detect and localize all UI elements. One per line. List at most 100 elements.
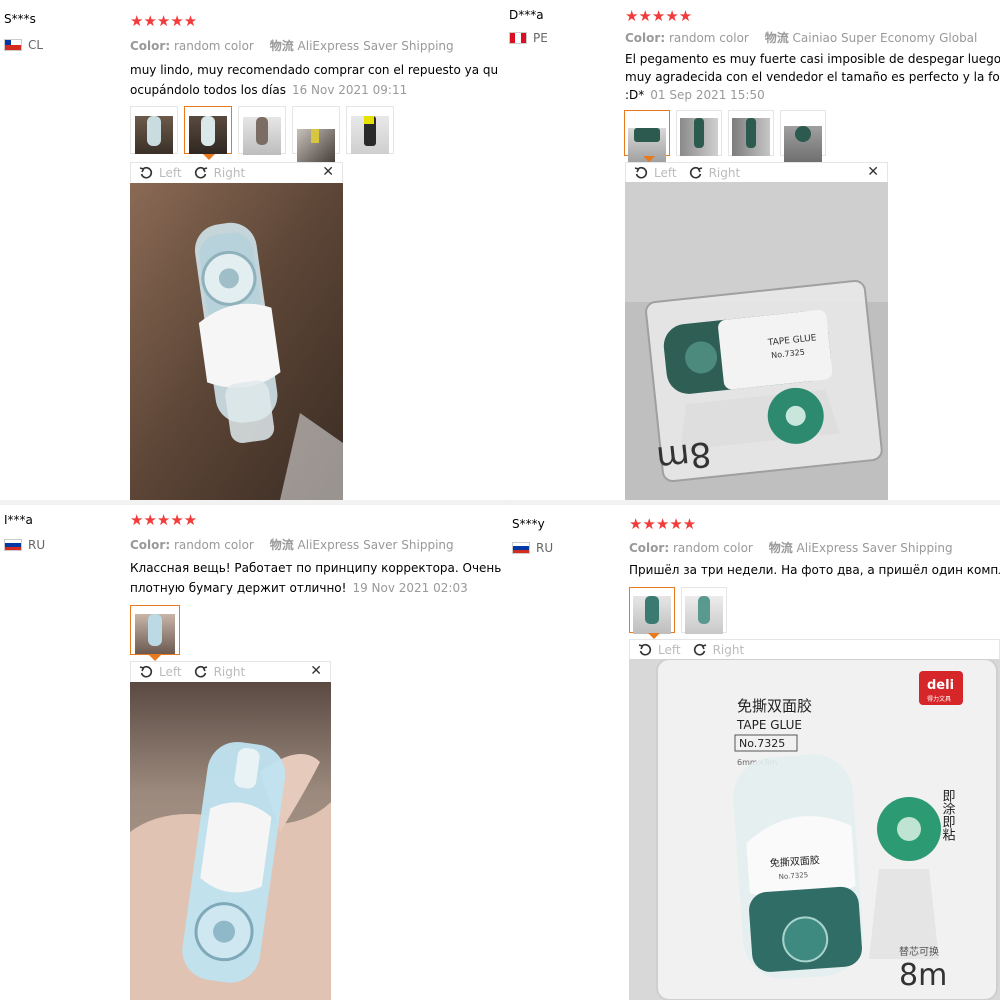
thumbnail-strip: [130, 106, 394, 167]
review-text: El pegamento es muy fuerte casi imposibl…: [625, 50, 1000, 104]
flag-russia-icon: [4, 539, 22, 551]
rotate-left-button[interactable]: Left: [159, 166, 182, 180]
thumbnail-1[interactable]: [130, 106, 178, 154]
shipping-value: AliExpress Saver Shipping: [796, 541, 953, 555]
reviewer-name: S***y: [512, 517, 545, 531]
thumbnail-3[interactable]: [238, 106, 286, 155]
photo-brand-sub: 得力文具: [927, 695, 951, 703]
review-text: muy lindo, muy recomendado comprar con e…: [130, 60, 498, 100]
review-text-line: Пришёл за три недели. На фото два, а при…: [629, 563, 1000, 577]
review-text-line: El pegamento es muy fuerte casi imposibl…: [625, 52, 1000, 66]
photo-refill: 替芯可换: [899, 945, 939, 958]
rotate-right-icon[interactable]: [194, 166, 208, 180]
rotate-right-icon[interactable]: [693, 643, 707, 657]
photo-model: No.7325: [739, 737, 785, 750]
review-meta: Color: random color 物流 AliExpress Saver …: [130, 37, 466, 54]
star-rating: ★★★★★: [629, 515, 697, 533]
review-text-line: Классная вещь! Работает по принципу корр…: [130, 561, 502, 575]
review-card-1: S***s CL ★★★★★ Color: random color 物流 Al…: [0, 0, 505, 500]
color-value: random color: [672, 541, 753, 555]
country-code: CL: [28, 38, 44, 52]
photo-side-cn: 即涂即粘: [940, 789, 956, 841]
close-icon[interactable]: ✕: [867, 164, 879, 180]
rotate-right-icon[interactable]: [194, 665, 208, 679]
thumbnail-strip: [130, 605, 180, 661]
country-code: RU: [536, 541, 554, 555]
thumbnail-1[interactable]: [130, 605, 180, 661]
star-rating: ★★★★★: [130, 12, 198, 30]
review-text-line: muy lindo, muy recomendado comprar con e…: [130, 63, 499, 77]
image-viewer-toolbar: Left Right ✕: [130, 162, 343, 182]
thumbnail-2[interactable]: [681, 587, 727, 634]
rotate-left-icon[interactable]: [638, 643, 652, 657]
thumbnail-strip: [629, 587, 727, 639]
thumbnail-4[interactable]: [292, 106, 340, 167]
flag-peru-icon: [509, 32, 527, 44]
photo-title-en: TAPE GLUE: [736, 718, 802, 732]
rotate-right-icon[interactable]: [689, 166, 703, 180]
thumbnail-1[interactable]: [624, 110, 670, 166]
reviewer-name: D***a: [509, 8, 544, 22]
color-label: Color:: [629, 541, 670, 555]
reviewer-country: CL: [4, 38, 43, 52]
review-photo: deli 得力文具 免撕双面胶 TAPE GLUE No.7325 6mm×8m…: [629, 659, 1000, 1000]
color-value: random color: [173, 39, 254, 53]
review-photo: [130, 183, 343, 500]
shipping-label: 物流: [768, 541, 793, 555]
shipping-value: AliExpress Saver Shipping: [297, 39, 454, 53]
color-value: random color: [668, 31, 749, 45]
thumbnail-3[interactable]: [728, 110, 774, 156]
thumbnail-5[interactable]: [346, 106, 394, 154]
thumbnail-1[interactable]: [629, 587, 675, 639]
rotate-left-icon[interactable]: [139, 166, 153, 180]
country-code: RU: [28, 538, 46, 552]
review-meta: Color: random color 物流 AliExpress Saver …: [629, 539, 965, 556]
photo-label-length: 8m: [655, 433, 714, 479]
rotate-right-button[interactable]: Right: [214, 665, 246, 679]
shipping-value: Cainiao Super Economy Global: [792, 31, 978, 45]
reviewer-country: PE: [509, 31, 548, 45]
color-value: random color: [173, 538, 254, 552]
color-label: Color:: [625, 31, 666, 45]
rotate-left-button[interactable]: Left: [658, 643, 681, 657]
review-text: Классная вещь! Работает по принципу корр…: [130, 558, 501, 598]
photo-brand-logo: deli: [927, 678, 954, 693]
rotate-right-button[interactable]: Right: [709, 166, 741, 180]
shipping-label: 物流: [764, 31, 789, 45]
shipping-label: 物流: [269, 538, 294, 552]
color-label: Color:: [130, 538, 171, 552]
rotate-left-button[interactable]: Left: [654, 166, 677, 180]
close-icon[interactable]: ✕: [322, 164, 334, 180]
country-code: PE: [533, 31, 548, 45]
star-rating: ★★★★★: [625, 7, 693, 25]
review-meta: Color: random color 物流 AliExpress Saver …: [130, 536, 466, 553]
rotate-left-button[interactable]: Left: [159, 665, 182, 679]
reviewer-country: RU: [4, 538, 45, 552]
rotate-right-button[interactable]: Right: [214, 166, 246, 180]
thumbnail-2[interactable]: [184, 106, 232, 160]
review-card-4: S***y RU ★★★★★ Color: random color 物流 Al…: [505, 505, 1000, 1000]
review-text-line: muy agradecida con el vendedor el tamaño…: [625, 70, 1000, 84]
review-text-line: :D*: [625, 88, 645, 102]
flag-russia-icon: [512, 542, 530, 554]
thumbnail-4[interactable]: [780, 110, 826, 164]
rotate-left-icon[interactable]: [139, 665, 153, 679]
active-thumbnail-caret: [203, 154, 215, 160]
color-label: Color:: [130, 39, 171, 53]
photo-title-cn: 免撕双面胶: [737, 697, 812, 715]
reviewer-name: I***a: [4, 513, 33, 527]
shipping-value: AliExpress Saver Shipping: [297, 538, 454, 552]
thumbnail-strip: [624, 110, 826, 166]
rotate-left-icon[interactable]: [634, 166, 648, 180]
review-text-line: плотную бумагу держит отлично!: [130, 581, 347, 595]
review-card-2: D***a PE ★★★★★ Color: random color 物流 Ca…: [505, 0, 1000, 500]
image-viewer-toolbar: Left Right ✕: [130, 661, 331, 681]
rotate-right-button[interactable]: Right: [713, 643, 745, 657]
review-text: Пришёл за три недели. На фото два, а при…: [629, 560, 1000, 580]
review-date: 16 Nov 2021 09:11: [291, 83, 408, 97]
flag-chile-icon: [4, 39, 22, 51]
reviewer-country: RU: [512, 541, 553, 555]
close-icon[interactable]: ✕: [310, 663, 322, 679]
review-photo: TAPE GLUE No.7325 8m: [625, 182, 888, 500]
thumbnail-2[interactable]: [676, 110, 722, 156]
